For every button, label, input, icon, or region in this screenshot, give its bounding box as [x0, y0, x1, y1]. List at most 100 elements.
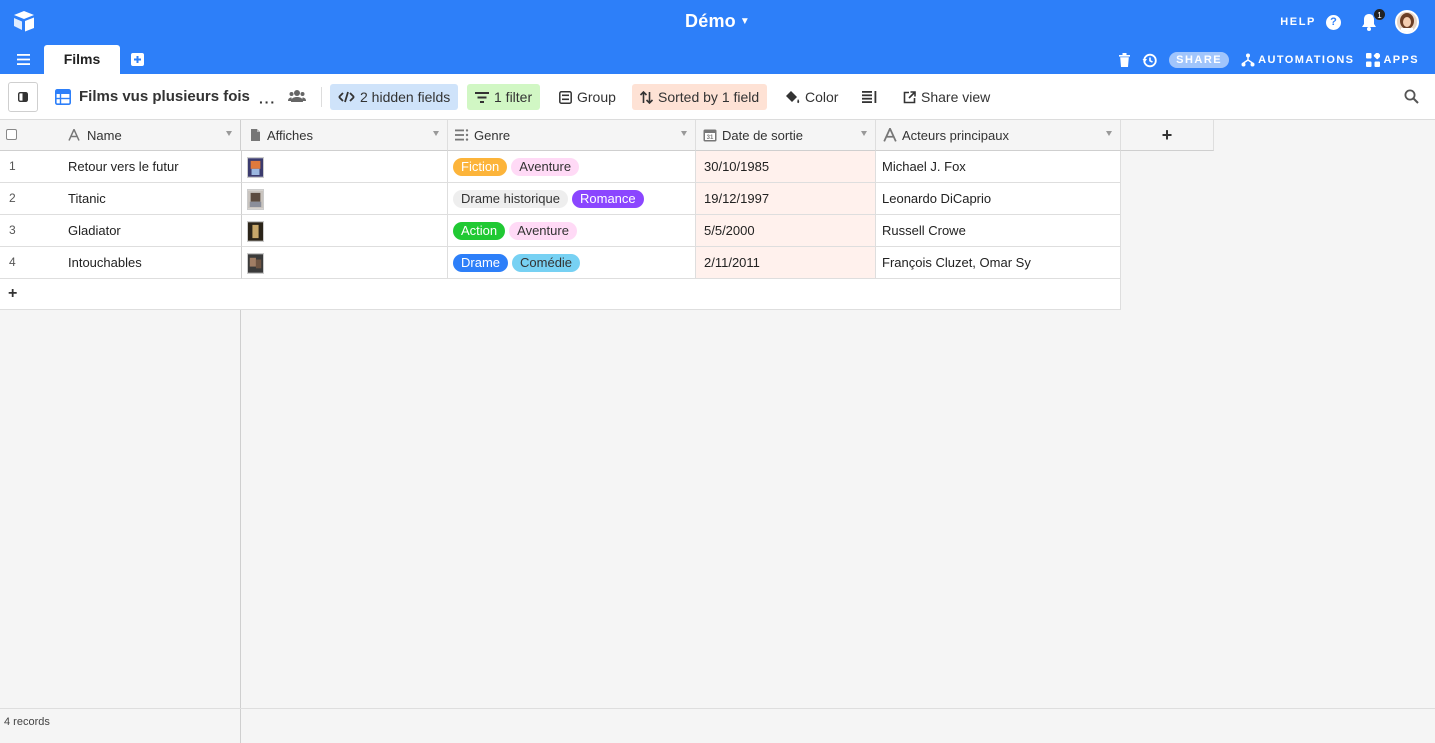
view-toolbar: Films vus plusieurs fois ··· 2 hidden fi… [0, 74, 1435, 120]
grid-footer: 4 records [0, 708, 1435, 743]
add-table-icon[interactable] [131, 53, 144, 66]
row-number: 2 [9, 191, 16, 205]
group-button[interactable]: Group [551, 84, 624, 110]
table-row[interactable]: 3 Gladiator [0, 215, 241, 247]
column-header-genre[interactable]: Genre [448, 120, 696, 151]
genre-tag: Fiction [453, 158, 508, 176]
genre-tag: Aventure [509, 222, 577, 240]
external-link-icon [903, 90, 916, 103]
share-button[interactable]: SHARE [1169, 52, 1230, 68]
column-menu-icon[interactable] [861, 131, 867, 136]
paint-bucket-icon [786, 91, 800, 104]
calendar-icon: 31 [703, 129, 717, 142]
sidebar-icon [18, 92, 28, 102]
table-row[interactable]: 4 Intouchables [0, 247, 241, 279]
record-count: 4 records [4, 716, 50, 728]
cell-date[interactable]: 19/12/1997 [696, 183, 876, 215]
tab-films[interactable]: Films [44, 45, 120, 74]
cell-date[interactable]: 5/5/2000 [696, 215, 876, 247]
filter-icon [475, 91, 489, 103]
base-actions: SHARE AUTOMATIONS APPS [1119, 49, 1419, 71]
automations-button[interactable]: AUTOMATIONS [1241, 53, 1354, 67]
trash-icon[interactable] [1119, 53, 1131, 67]
history-icon[interactable] [1142, 53, 1157, 68]
group-icon [559, 90, 572, 104]
hide-fields-icon [338, 91, 355, 103]
cell-acteurs[interactable]: Leonardo DiCaprio [876, 183, 1121, 215]
add-column-button[interactable]: + [1121, 120, 1214, 151]
automations-icon [1241, 53, 1255, 67]
top-right-actions: HELP ? 1 [1280, 8, 1419, 36]
help-icon[interactable]: ? [1326, 14, 1341, 30]
grid-view-icon [55, 88, 71, 105]
attachment-icon [251, 129, 260, 141]
poster-thumbnail[interactable] [247, 221, 264, 242]
column-menu-icon[interactable] [681, 131, 687, 136]
sort-button[interactable]: Sorted by 1 field [632, 84, 768, 110]
column-menu-icon[interactable] [433, 131, 439, 136]
genre-tag: Romance [572, 190, 644, 208]
poster-thumbnail[interactable] [247, 253, 264, 274]
share-view-button[interactable]: Share view [895, 84, 998, 110]
menu-icon[interactable] [17, 54, 30, 65]
cell-affiches[interactable] [241, 183, 448, 215]
cell-affiches[interactable] [241, 215, 448, 247]
collaborative-view-icon[interactable] [288, 89, 306, 103]
column-header-name[interactable]: Name [0, 120, 241, 151]
hidden-fields-button[interactable]: 2 hidden fields [330, 84, 459, 110]
column-header-date[interactable]: 31 Date de sortie [696, 120, 876, 151]
base-title[interactable]: Démo ▼ [0, 11, 1435, 32]
cell-acteurs[interactable]: Michael J. Fox [876, 151, 1121, 183]
apps-button[interactable]: APPS [1366, 53, 1419, 67]
cell-name: Intouchables [68, 255, 142, 270]
footer-divider [240, 709, 241, 743]
view-name[interactable]: Films vus plusieurs fois [55, 88, 250, 105]
select-all-checkbox[interactable] [6, 129, 17, 140]
row-number: 3 [9, 223, 16, 237]
cell-date[interactable]: 30/10/1985 [696, 151, 876, 183]
poster-thumbnail[interactable] [247, 189, 264, 210]
avatar[interactable] [1395, 10, 1419, 34]
genre-tag: Aventure [511, 158, 580, 176]
column-header-affiches[interactable]: Affiches [241, 120, 448, 151]
chevron-down-icon: ▼ [739, 16, 750, 27]
svg-text:31: 31 [707, 135, 714, 141]
help-link[interactable]: HELP [1280, 16, 1316, 28]
row-number: 4 [9, 255, 16, 269]
table-row[interactable]: 1 Retour vers le futur [0, 151, 241, 183]
row-height-icon [862, 91, 877, 103]
cell-acteurs[interactable]: François Cluzet, Omar Sy [876, 247, 1121, 279]
genre-pills: Action Aventure [453, 222, 577, 240]
row-height-button[interactable] [854, 84, 885, 110]
cell-date[interactable]: 2/11/2011 [696, 247, 876, 279]
view-sidebar-toggle[interactable] [8, 82, 38, 112]
multiselect-icon [455, 129, 469, 141]
column-menu-icon[interactable] [226, 131, 232, 136]
cell-genre[interactable]: Drame Comédie [448, 247, 696, 279]
cell-genre[interactable]: Action Aventure [448, 215, 696, 247]
genre-tag: Action [453, 222, 506, 240]
table-row[interactable]: 2 Titanic [0, 183, 241, 215]
text-icon [883, 128, 897, 142]
column-menu-icon[interactable] [1106, 131, 1112, 136]
notifications-button[interactable]: 1 [1361, 8, 1386, 31]
genre-pills: Fiction Aventure [453, 158, 580, 176]
add-row-area[interactable] [241, 279, 1121, 310]
column-header-acteurs[interactable]: Acteurs principaux [876, 120, 1121, 151]
search-icon[interactable] [1404, 89, 1419, 104]
cell-acteurs[interactable]: Russell Crowe [876, 215, 1121, 247]
records-grid: Name Affiches Genre 31 Date de sortie Ac… [0, 120, 1435, 743]
cell-affiches[interactable] [241, 151, 448, 183]
cell-genre[interactable]: Drame historique Romance [448, 183, 696, 215]
genre-tag: Comédie [512, 254, 581, 272]
genre-tag: Drame [453, 254, 509, 272]
user-avatar-icon [1397, 12, 1417, 32]
filter-button[interactable]: 1 filter [467, 84, 541, 110]
cell-genre[interactable]: Fiction Aventure [448, 151, 696, 183]
view-more-icon[interactable]: ··· [259, 94, 276, 110]
poster-thumbnail[interactable] [247, 157, 264, 178]
add-row-button[interactable]: + [0, 279, 241, 310]
notification-badge: 1 [1373, 8, 1386, 21]
cell-affiches[interactable] [241, 247, 448, 279]
color-button[interactable]: Color [777, 84, 846, 110]
